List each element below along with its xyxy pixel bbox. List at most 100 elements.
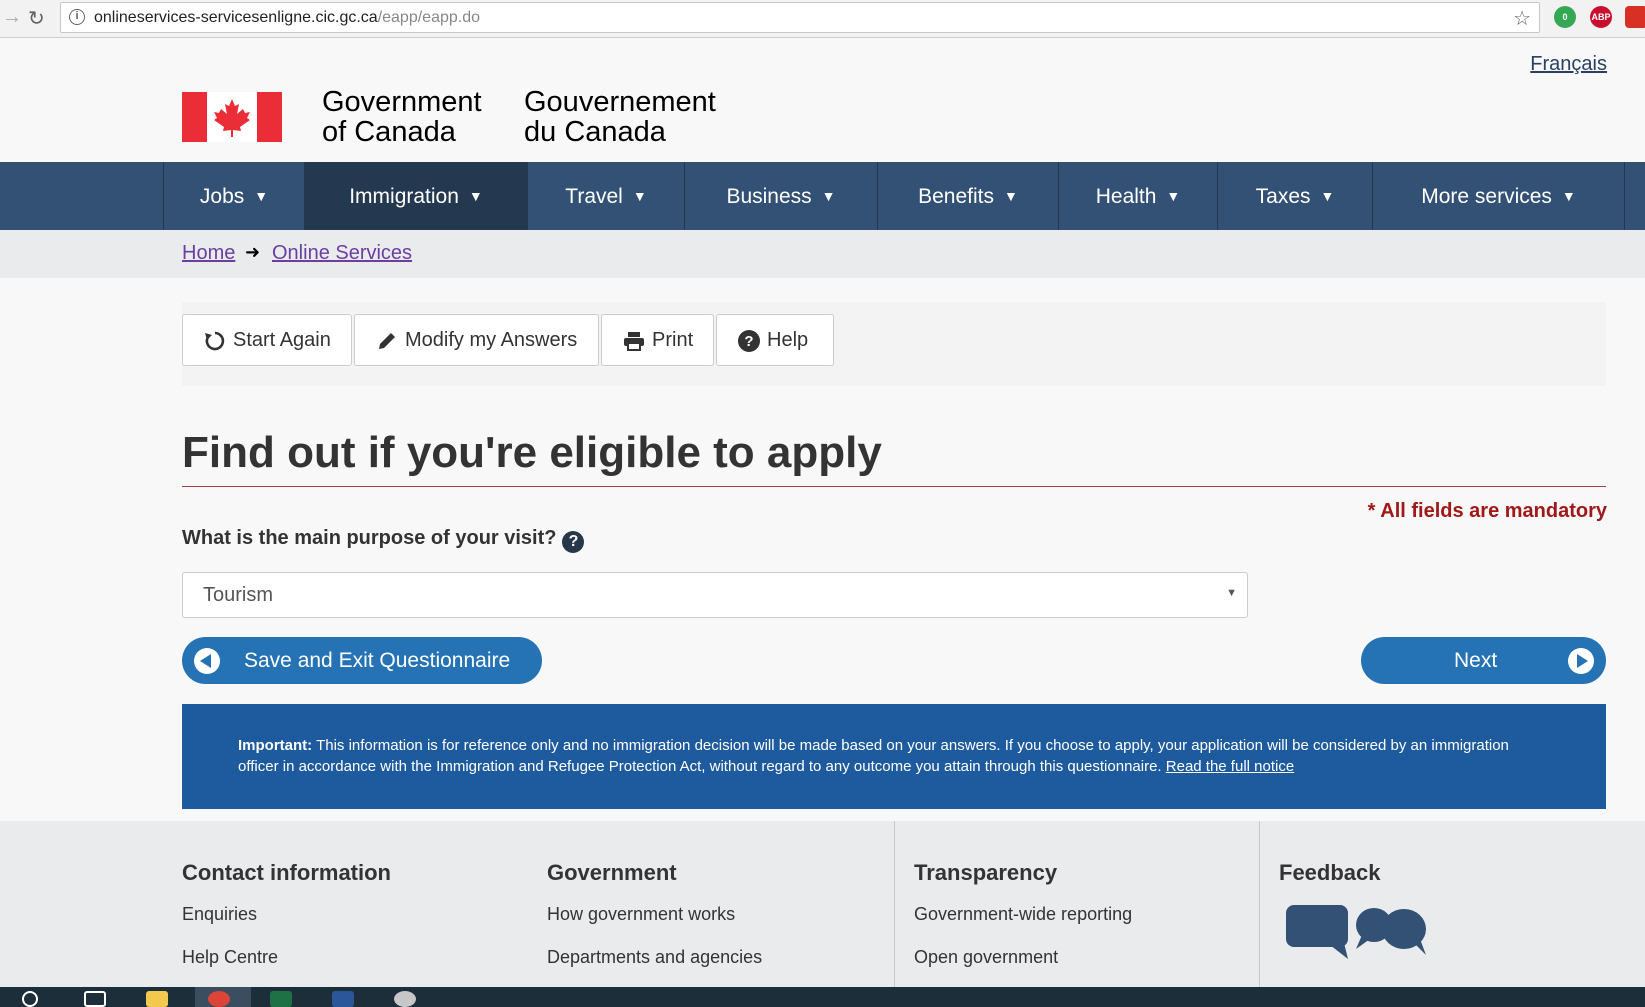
menu-item-jobs[interactable]: Jobs ▼ [163,162,304,230]
svg-text:?: ? [744,333,753,350]
info-icon[interactable]: i [69,9,85,25]
mandatory-fields-note: * All fields are mandatory [1367,500,1607,522]
visit-purpose-question: What is the main purpose of your visit?? [182,527,585,553]
visit-purpose-selected-value: Tourism [203,584,274,606]
task-view-icon[interactable] [84,991,106,1007]
address-bar[interactable]: i onlineservices-servicesenligne.cic.gc.… [60,2,1540,33]
footer-link-enquiries[interactable]: Enquiries [182,904,257,925]
help-button[interactable]: ? Help [716,314,834,366]
footer-feedback-column: Feedback [1259,821,1645,987]
app-icon[interactable] [394,991,416,1007]
chevron-down-icon: ▼ [821,188,836,204]
undo-icon [205,331,225,351]
flag-red-bar-right [257,92,282,142]
excel-icon[interactable] [270,991,292,1007]
footer-link-departments[interactable]: Departments and agencies [547,947,762,968]
menu-item-label: Health [1095,185,1157,208]
dropdown-arrow-icon: ▼ [1226,587,1237,599]
important-notice: Important: This information is for refer… [182,704,1606,809]
chevron-down-icon: ▼ [254,188,269,204]
gov-fr-line1: Gouvernement [524,86,716,118]
pencil-icon [379,333,395,349]
footer-link-government-reporting[interactable]: Government-wide reporting [914,904,1132,925]
menu-item-label: Jobs [199,185,245,208]
adblock-plus-icon[interactable]: ABP [1590,6,1612,28]
notice-text: This information is for reference only a… [238,737,1509,775]
next-label: Next [1454,649,1498,672]
footer-government-heading: Government [547,860,677,885]
notice-label: Important: [238,737,313,754]
menu-item-label: Benefits [918,185,995,208]
gov-en-line2: of Canada [322,116,456,148]
menu-item-immigration[interactable]: Immigration ▼ [304,162,527,230]
feedback-speech-bubbles-icon[interactable] [1286,903,1430,959]
main-menu: Jobs ▼ Immigration ▼ Travel ▼ Business ▼ Ben… [0,162,1645,230]
gov-fr-line2: du Canada [524,116,666,148]
print-button[interactable]: Print [601,314,714,366]
canada-flag-logo[interactable] [182,92,282,142]
maple-leaf-icon [214,99,250,137]
visit-purpose-select[interactable]: Tourism ▼ [182,572,1248,618]
modify-answers-button[interactable]: Modify my Answers [354,314,599,366]
chevron-down-icon: ▼ [1166,188,1181,204]
browser-toolbar: → ↻ i onlineservices-servicesenligne.cic… [0,0,1645,38]
back-arrow-icon[interactable]: → [2,6,22,29]
chevron-down-icon: ▼ [1004,188,1018,204]
modify-answers-label: Modify my Answers [405,329,578,351]
chevron-down-icon: ▼ [632,188,647,204]
footer-government-column: Government How government works Departme… [547,821,897,987]
footer-link-how-government-works[interactable]: How government works [547,904,735,925]
file-explorer-icon[interactable] [146,991,168,1007]
chevron-down-icon: ▼ [1320,188,1335,204]
word-icon[interactable] [332,991,354,1007]
menu-item-taxes[interactable]: Taxes ▼ [1217,162,1372,230]
menu-item-more-services[interactable]: More services ▼ [1372,162,1625,230]
start-again-label: Start Again [233,329,331,351]
menu-item-travel[interactable]: Travel ▼ [527,162,684,230]
next-button[interactable]: Next [1361,637,1606,684]
reload-icon[interactable]: ↻ [28,6,45,31]
menu-item-label: More services [1421,185,1552,208]
url-host: onlineservices-servicesenligne.cic.gc.ca [94,9,378,26]
save-exit-label: Save and Exit Questionnaire [244,649,511,672]
start-again-button[interactable]: Start Again [182,314,352,366]
url-text[interactable]: onlineservices-servicesenligne.cic.gc.ca… [94,9,480,27]
menu-item-benefits[interactable]: Benefits ▼ [877,162,1058,230]
extension-icon[interactable]: 0 [1554,6,1576,28]
chevron-down-icon: ▼ [468,188,483,204]
questionnaire-toolbar: Start Again Modify my Answers Print ? He… [182,302,1606,386]
gouvernement-du-canada-fr: Gouvernement du Canada [524,87,716,147]
save-exit-button[interactable]: Save and Exit Questionnaire [182,637,542,684]
question-help-icon[interactable]: ? [562,531,585,553]
breadcrumb-home-link[interactable]: Home [182,242,235,265]
search-icon[interactable] [22,991,38,1007]
chrome-icon [208,991,230,1007]
footer-contact-heading: Contact information [182,860,391,885]
breadcrumb-online-services-link[interactable]: Online Services [272,242,412,265]
title-divider [182,486,1606,487]
gov-en-line1: Government [322,86,482,118]
extension-badge-count: 0 [1562,12,1568,22]
footer-link-help-centre[interactable]: Help Centre [182,947,278,968]
government-of-canada-en: Government of Canada [322,87,482,147]
bookmark-star-icon[interactable]: ☆ [1513,6,1531,31]
footer-transparency-column: Transparency Government-wide reporting O… [894,821,1259,987]
menu-item-health[interactable]: Health ▼ [1058,162,1217,230]
extension-red-icon[interactable] [1625,6,1645,28]
footer-feedback-heading: Feedback [1279,860,1381,885]
menu-item-label: Business [726,185,812,208]
help-label: Help [767,329,809,351]
read-full-notice-link[interactable]: Read the full notice [1166,758,1294,775]
site-header: Français Government of Canada Gouverneme… [0,39,1645,162]
footer-contact-column: Contact information Enquiries Help Centr… [182,821,532,987]
language-toggle-link[interactable]: Français [1530,53,1607,76]
question-circle-icon: ? [738,330,760,352]
site-footer: Contact information Enquiries Help Centr… [0,821,1645,987]
flag-red-bar-left [182,92,207,142]
footer-link-open-government[interactable]: Open government [914,947,1058,968]
footer-transparency-heading: Transparency [914,860,1058,885]
menu-item-business[interactable]: Business ▼ [684,162,877,230]
page-title: Find out if you're eligible to apply [182,428,882,477]
menu-item-label: Immigration [349,185,459,208]
adblock-label: ABP [1591,12,1611,22]
